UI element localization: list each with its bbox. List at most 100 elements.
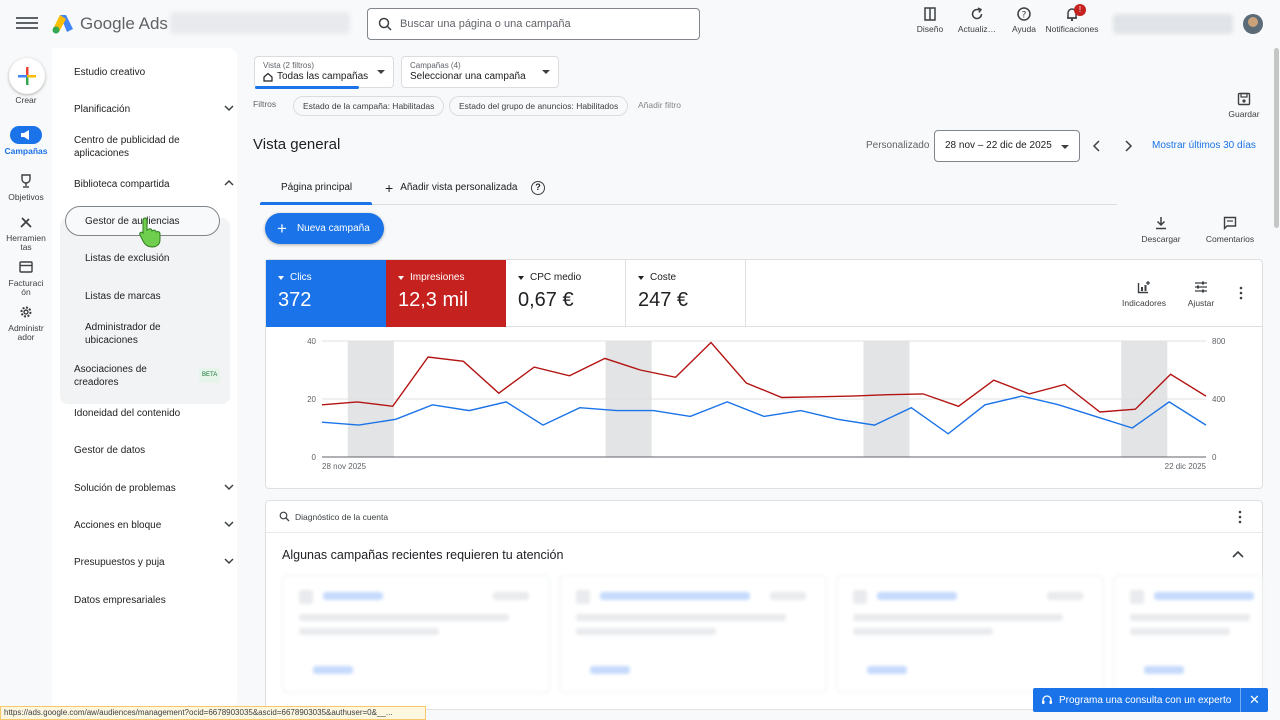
tab-add-custom-view-label: Añadir vista personalizada bbox=[400, 182, 518, 193]
plus-icon bbox=[18, 67, 36, 85]
nav-app-ad-hub[interactable]: Centro de publicidad de aplicaciones bbox=[74, 134, 229, 160]
view-dropdown[interactable]: Vista (2 filtros) Todas las campañas bbox=[254, 56, 394, 89]
notifications-button[interactable]: ! Notificaciones bbox=[1044, 4, 1100, 34]
recommendation-card[interactable] bbox=[282, 575, 550, 693]
tools-icon bbox=[20, 217, 32, 228]
nav-placement-manager[interactable]: Administrador de ubicaciones bbox=[85, 321, 195, 347]
rail-goals[interactable]: Objetivos bbox=[0, 172, 52, 202]
indicators-button[interactable]: Indicadores bbox=[1114, 280, 1174, 308]
metric-clicks[interactable]: Clics 372 bbox=[266, 260, 386, 327]
series-line-clicks bbox=[321, 395, 1207, 435]
help-label: Ayuda bbox=[1012, 24, 1036, 34]
recommendation-card[interactable] bbox=[1113, 575, 1263, 693]
filter-chip-campaign-status[interactable]: Estado de la campaña: Habilitadas bbox=[293, 96, 445, 116]
customer-info bbox=[1113, 14, 1233, 34]
nav-business-data[interactable]: Datos empresariales bbox=[74, 594, 229, 607]
nav-creator-partnerships-label: Asociaciones de creadores bbox=[74, 364, 147, 388]
tab-add-custom-view[interactable]: + Añadir vista personalizada bbox=[385, 181, 518, 195]
nav-creator-partnerships[interactable]: Asociaciones de creadores BETA bbox=[74, 363, 221, 389]
expert-consultation-banner[interactable]: Programa una consulta con un experto ✕ bbox=[1033, 688, 1268, 712]
previous-period-icon[interactable] bbox=[1090, 139, 1104, 153]
metric-cost-value: 247 € bbox=[638, 289, 689, 311]
show-last-30-days-link[interactable]: Mostrar últimos 30 días bbox=[1152, 140, 1256, 151]
more-vert-icon[interactable] bbox=[1236, 286, 1246, 300]
adjust-button[interactable]: Ajustar bbox=[1178, 280, 1224, 308]
avatar[interactable] bbox=[1243, 14, 1263, 34]
search-placeholder: Buscar una página o una campaña bbox=[400, 18, 571, 30]
scrollbar[interactable] bbox=[1274, 48, 1279, 228]
tab-home[interactable]: Página principal bbox=[281, 182, 352, 193]
search-icon bbox=[378, 17, 392, 31]
rail-campaigns[interactable]: Campañas bbox=[0, 126, 52, 156]
metric-impressions-value: 12,3 mil bbox=[398, 289, 469, 311]
create-button[interactable] bbox=[9, 58, 45, 94]
rail-admin[interactable]: Administrador bbox=[0, 303, 52, 342]
google-ads-logo[interactable]: Google Ads bbox=[52, 12, 168, 36]
nav-budgets-bidding[interactable]: Presupuestos y puja bbox=[74, 556, 234, 569]
recommendation-card[interactable] bbox=[836, 575, 1104, 693]
account-selector[interactable] bbox=[170, 12, 350, 34]
plus-icon: + bbox=[277, 219, 287, 238]
filter-chip-adgroup-status[interactable]: Estado del grupo de anuncios: Habilitado… bbox=[449, 96, 629, 116]
y-left-tick-label: 0 bbox=[312, 453, 317, 462]
help-icon[interactable]: ? bbox=[531, 181, 545, 195]
y-left-tick-label: 20 bbox=[307, 395, 316, 404]
more-vert-icon[interactable] bbox=[1235, 510, 1245, 524]
filters-label: Filtros bbox=[253, 99, 277, 109]
close-icon[interactable]: ✕ bbox=[1240, 688, 1268, 712]
add-filter-link[interactable]: Añadir filtro bbox=[638, 100, 681, 110]
nav-content-suitability[interactable]: Idoneidad del contenido bbox=[74, 407, 229, 420]
chevron-down-icon bbox=[224, 484, 234, 491]
nav-brand-lists[interactable]: Listas de marcas bbox=[85, 290, 225, 303]
appearance-icon bbox=[924, 7, 936, 21]
nav-troubleshooting-label: Solución de problemas bbox=[74, 483, 176, 494]
refresh-label: Actualiz… bbox=[957, 24, 997, 34]
refresh-icon bbox=[971, 7, 983, 20]
next-period-icon[interactable] bbox=[1121, 139, 1135, 153]
comments-button[interactable]: Comentarios bbox=[1200, 216, 1260, 244]
chevron-up-icon[interactable] bbox=[1231, 548, 1245, 560]
search-input[interactable]: Buscar una página o una campaña bbox=[367, 8, 700, 40]
performance-line-chart: 0 0 20 400 40 800 28 nov 2025 22 dic 2025 bbox=[307, 337, 1226, 471]
rail-tools[interactable]: Herramientas bbox=[0, 213, 52, 252]
metric-avg-cpc[interactable]: CPC medio 0,67 € bbox=[506, 260, 626, 327]
hand-cursor-icon bbox=[139, 217, 161, 248]
dropdown-triangle-icon bbox=[398, 275, 404, 280]
download-icon bbox=[1156, 217, 1166, 230]
dropdown-triangle-icon bbox=[278, 275, 284, 280]
nav-shared-library[interactable]: Biblioteca compartida bbox=[74, 178, 234, 191]
save-button[interactable]: Guardar bbox=[1224, 92, 1264, 119]
nav-planning[interactable]: Planificación bbox=[74, 103, 234, 116]
save-label: Guardar bbox=[1228, 109, 1260, 119]
y-left-tick-label: 40 bbox=[307, 337, 316, 346]
date-range-value: 28 nov – 22 dic de 2025 bbox=[945, 140, 1052, 151]
chart-add-icon bbox=[1137, 281, 1150, 294]
rail-billing-label: Facturación bbox=[8, 278, 44, 297]
rail-admin-label: Administrador bbox=[8, 323, 44, 342]
tabs-divider bbox=[260, 204, 1117, 205]
metric-impressions-label: Impresiones bbox=[410, 272, 465, 283]
nav-creative-studio[interactable]: Estudio creativo bbox=[74, 66, 229, 79]
chevron-up-icon bbox=[224, 179, 234, 186]
rail-campaigns-label: Campañas bbox=[4, 146, 48, 156]
new-campaign-label: Nueva campaña bbox=[296, 223, 370, 234]
download-button[interactable]: Descargar bbox=[1136, 216, 1186, 244]
nav-troubleshooting[interactable]: Solución de problemas bbox=[74, 482, 234, 495]
date-range-dropdown[interactable]: 28 nov – 22 dic de 2025 bbox=[934, 130, 1080, 162]
rail-goals-label: Objetivos bbox=[8, 192, 44, 202]
new-campaign-button[interactable]: + Nueva campaña bbox=[265, 213, 384, 244]
diagnostics-search-icon bbox=[279, 511, 290, 522]
view-dropdown-value: Todas las campañas bbox=[277, 71, 369, 82]
metric-cost[interactable]: Coste 247 € bbox=[626, 260, 746, 327]
nav-data-manager[interactable]: Gestor de datos bbox=[74, 444, 229, 457]
nav-exclusion-lists[interactable]: Listas de exclusión bbox=[85, 252, 225, 265]
recommendation-card[interactable] bbox=[559, 575, 827, 693]
top-bar: Google Ads Buscar una página o una campa… bbox=[0, 0, 1280, 48]
nav-bulk-actions[interactable]: Acciones en bloque bbox=[74, 519, 234, 532]
metric-impressions[interactable]: Impresiones 12,3 mil bbox=[386, 260, 506, 327]
rail-billing[interactable]: Facturación bbox=[0, 258, 52, 297]
campaigns-dropdown[interactable]: Campañas (4) Seleccionar una campaña bbox=[401, 56, 559, 88]
view-dropdown-caption: Vista (2 filtros) bbox=[263, 61, 314, 70]
date-preset-label: Personalizado bbox=[866, 140, 930, 151]
menu-icon[interactable] bbox=[16, 14, 38, 34]
